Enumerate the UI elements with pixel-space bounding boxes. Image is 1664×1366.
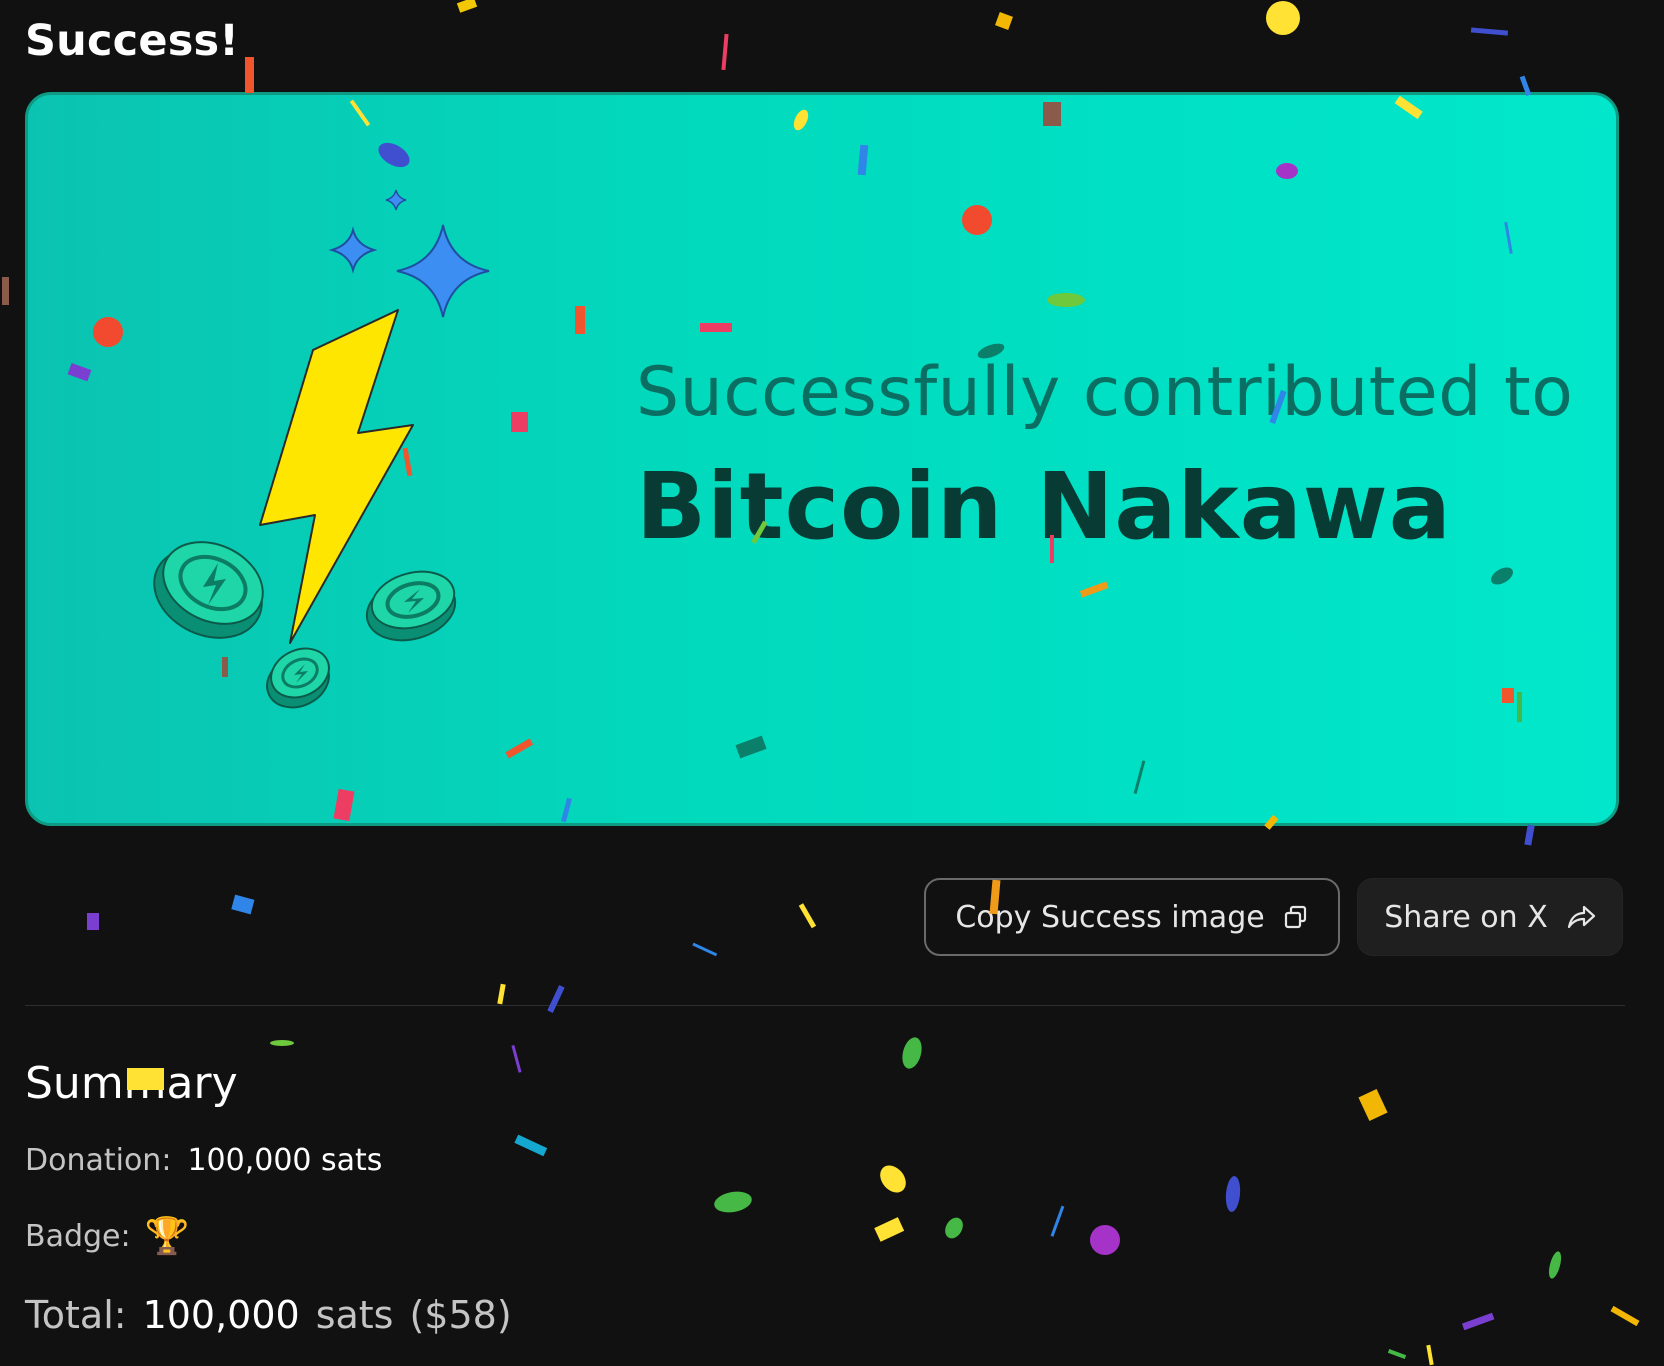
- share-arrow-icon: [1566, 904, 1596, 930]
- summary-heading: Summary: [25, 1058, 238, 1109]
- total-unit: sats: [315, 1293, 394, 1337]
- donation-label: Donation:: [25, 1143, 172, 1178]
- section-divider: [25, 1005, 1625, 1006]
- donation-row: Donation: 100,000 sats: [25, 1143, 382, 1178]
- coin-icon: [153, 541, 264, 639]
- badge-label: Badge:: [25, 1218, 131, 1254]
- copy-icon: [1283, 904, 1309, 930]
- share-button-label: Share on X: [1384, 899, 1548, 935]
- success-card: Successfully contributed to Bitcoin Naka…: [25, 92, 1619, 826]
- sparkle-icon: [328, 189, 490, 318]
- total-label: Total:: [25, 1293, 127, 1337]
- card-subtitle: Successfully contributed to: [636, 353, 1574, 432]
- lightning-coins-illustration: [153, 189, 490, 709]
- donation-value: 100,000 sats: [187, 1143, 383, 1178]
- share-on-x-button[interactable]: Share on X: [1357, 878, 1623, 956]
- copy-success-image-button[interactable]: Copy Success image: [924, 878, 1340, 956]
- page-title: Success!: [25, 16, 240, 66]
- project-name: Bitcoin Nakawa: [636, 453, 1452, 560]
- copy-button-label: Copy Success image: [955, 899, 1265, 935]
- total-row: Total: 100,000 sats ($58): [25, 1293, 512, 1337]
- coin-icon: [365, 570, 457, 642]
- trophy-icon: 🏆: [144, 1216, 190, 1257]
- success-page: Success! Successfully contributed to Bit…: [0, 0, 1664, 1366]
- total-fiat: ($58): [409, 1293, 512, 1337]
- coin-icon: [266, 647, 330, 709]
- badge-row: Badge: 🏆: [25, 1215, 189, 1257]
- total-amount: 100,000: [142, 1293, 300, 1337]
